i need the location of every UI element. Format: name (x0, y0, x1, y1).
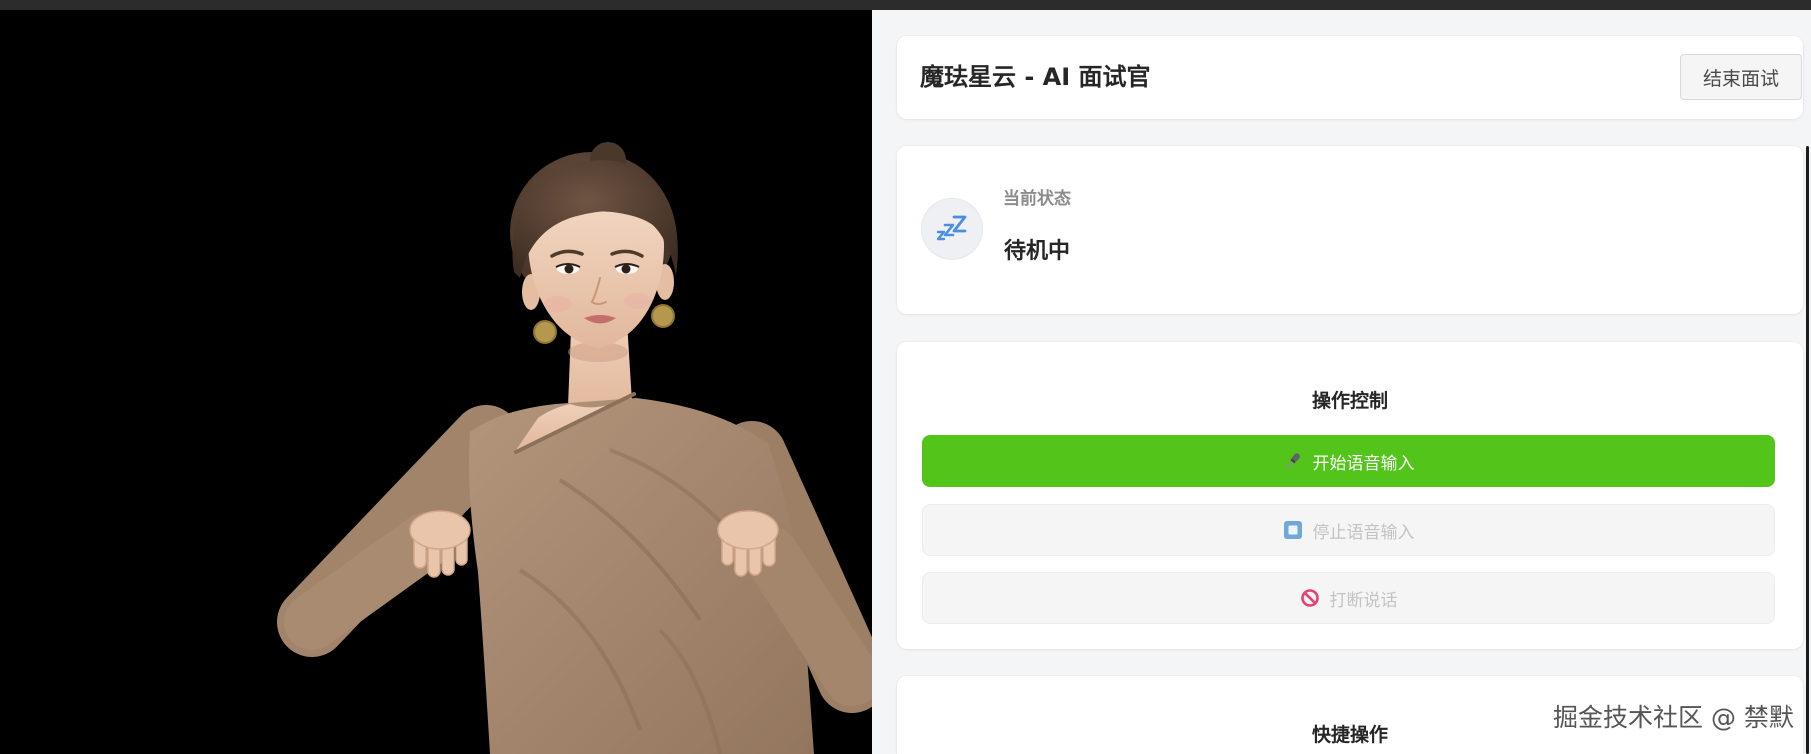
interrupt-speech-label: 打断说话 (1329, 590, 1398, 611)
digital-human-avatar (277, 142, 872, 754)
page-title: 魔珐星云 - AI 面试官 (920, 63, 1151, 91)
watermark: 掘金技术社区 @ 禁默 (1553, 703, 1794, 732)
status-icon-badge (921, 198, 983, 260)
status-card: 当前状态 待机中 (897, 146, 1803, 314)
digital-human-video-area (0, 10, 872, 754)
control-card: 操作控制 开始语音输入 停止语音输入 打断说话 (897, 342, 1803, 649)
microphone-icon (1286, 453, 1300, 469)
status-value: 待机中 (1004, 239, 1071, 264)
avatar-left-hand (409, 510, 471, 578)
panel-scrollbar[interactable] (1806, 146, 1809, 754)
start-voice-input-label: 开始语音输入 (1312, 453, 1415, 474)
stop-voice-input-label: 停止语音输入 (1312, 522, 1415, 543)
stop-square-icon (1283, 521, 1302, 539)
interrupt-speech-button[interactable]: 打断说话 (922, 572, 1775, 624)
interview-side-panel: 魔珐星云 - AI 面试官 结束面试 当前状态 待机中 操作控制 开始语音输入 (872, 10, 1811, 754)
sleep-zzz-icon (936, 215, 967, 241)
prohibited-icon (1300, 589, 1319, 607)
stop-voice-input-button[interactable]: 停止语音输入 (922, 504, 1775, 556)
window-top-bar (0, 0, 1811, 10)
status-label: 当前状态 (1003, 189, 1071, 209)
start-voice-input-button[interactable]: 开始语音输入 (922, 435, 1775, 487)
header-card: 魔珐星云 - AI 面试官 结束面试 (897, 36, 1803, 119)
avatar-head (510, 142, 678, 348)
end-interview-button[interactable]: 结束面试 (1680, 54, 1802, 100)
control-card-title: 操作控制 (1311, 390, 1388, 412)
